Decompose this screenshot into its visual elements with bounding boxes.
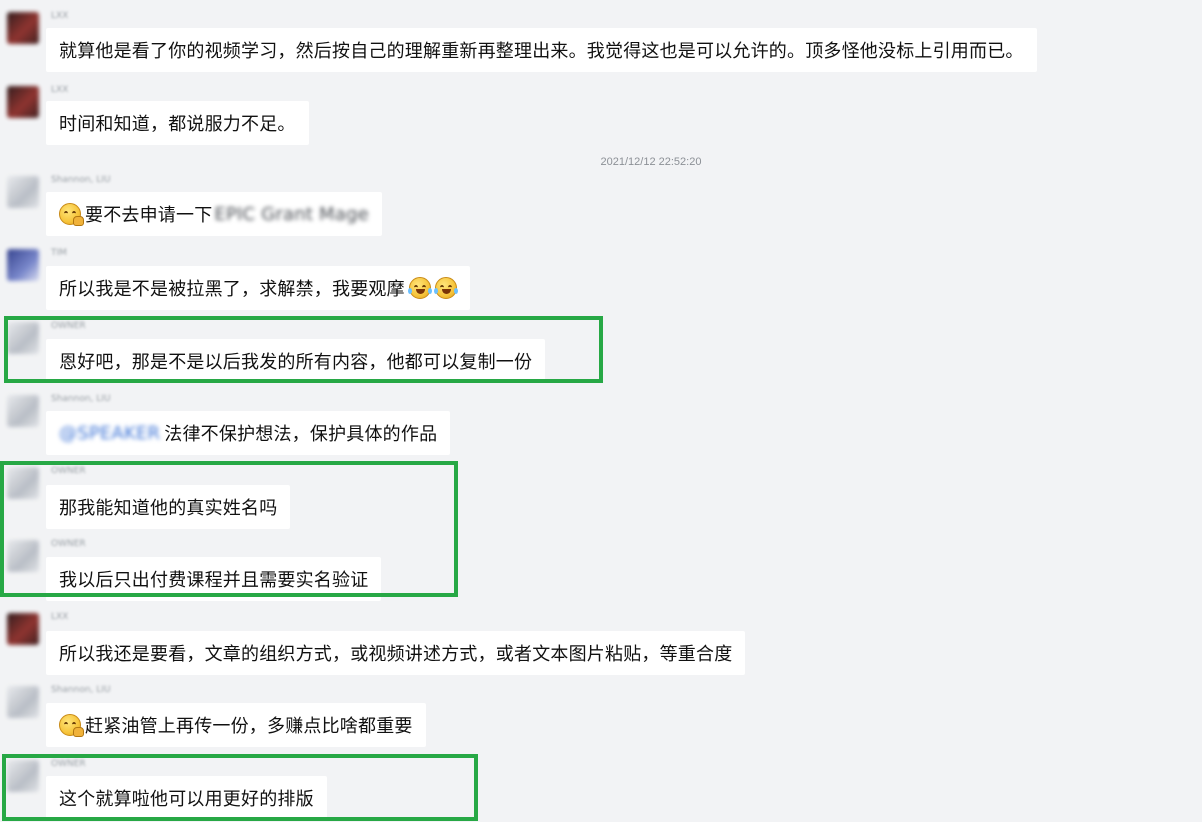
sender-name: TIM xyxy=(51,248,67,258)
smirk-emoji-icon xyxy=(59,203,84,226)
avatar[interactable] xyxy=(7,540,39,572)
message-text: 就算他是看了你的视频学习，然后按自己的理解重新再整理出来。我觉得这也是可以允许的… xyxy=(59,41,1024,62)
message-bubble[interactable]: 就算他是看了你的视频学习，然后按自己的理解重新再整理出来。我觉得这也是可以允许的… xyxy=(46,28,1037,72)
message-bubble[interactable]: 赶紧油管上再传一份，多赚点比啥都重要 xyxy=(46,703,426,747)
message-text: 所以我是不是被拉黑了，求解禁，我要观摩 xyxy=(59,279,405,300)
avatar[interactable] xyxy=(7,176,39,208)
blurred-text: EPIC Grant Mage xyxy=(214,203,369,225)
message-bubble[interactable]: 恩好吧，那是不是以后我发的所有内容，他都可以复制一份 xyxy=(46,339,546,383)
avatar[interactable] xyxy=(7,395,39,427)
mention-link[interactable]: @SPEAKER xyxy=(59,423,160,444)
message-bubble[interactable]: 时间和知道，都说服力不足。 xyxy=(46,101,309,145)
sender-name: Shannon, LIU xyxy=(51,394,111,404)
message-bubble[interactable]: 要不去申请一下 EPIC Grant Mage xyxy=(46,192,382,236)
sender-name: LXX xyxy=(51,11,69,21)
message-bubble[interactable]: 我以后只出付费课程并且需要实名验证 xyxy=(46,557,382,601)
avatar[interactable] xyxy=(7,86,39,118)
message-bubble[interactable]: @SPEAKER 法律不保护想法，保护具体的作品 xyxy=(46,411,451,455)
avatar[interactable] xyxy=(7,467,39,499)
avatar[interactable] xyxy=(7,613,39,645)
message-text: 要不去申请一下 xyxy=(85,205,213,226)
message-text: 恩好吧，那是不是以后我发的所有内容，他都可以复制一份 xyxy=(59,352,533,373)
message-text: 法律不保护想法，保护具体的作品 xyxy=(164,424,438,445)
message-text: 时间和知道，都说服力不足。 xyxy=(59,114,296,135)
sender-name: LXX xyxy=(51,612,69,622)
sender-name: OWNER xyxy=(51,539,86,549)
message-text: 这个就算啦他可以用更好的排版 xyxy=(59,789,314,810)
sender-name: OWNER xyxy=(51,759,86,769)
message-text: 赶紧油管上再传一份，多赚点比啥都重要 xyxy=(85,716,413,737)
avatar[interactable] xyxy=(7,760,39,792)
message-text: 我以后只出付费课程并且需要实名验证 xyxy=(59,570,369,591)
avatar[interactable] xyxy=(7,686,39,718)
sender-name: LXX xyxy=(51,85,69,95)
message-bubble[interactable]: 这个就算啦他可以用更好的排版 xyxy=(46,776,327,820)
tears-of-joy-emoji-icon xyxy=(407,277,432,299)
sender-name: Shannon, LIU xyxy=(51,685,111,695)
avatar[interactable] xyxy=(7,249,39,281)
message-bubble[interactable]: 那我能知道他的真实姓名吗 xyxy=(46,485,291,529)
sender-name: OWNER xyxy=(51,466,86,476)
message-text: 所以我还是要看，文章的组织方式，或视频讲述方式，或者文本图片粘贴，等重合度 xyxy=(59,644,733,665)
sender-name: Shannon, LIU xyxy=(51,175,111,185)
message-bubble[interactable]: 所以我是不是被拉黑了，求解禁，我要观摩 xyxy=(46,266,470,310)
smirk-emoji-icon xyxy=(59,714,84,737)
message-text: 那我能知道他的真实姓名吗 xyxy=(59,498,278,519)
message-bubble[interactable]: 所以我还是要看，文章的组织方式，或视频讲述方式，或者文本图片粘贴，等重合度 xyxy=(46,631,746,675)
tears-of-joy-emoji-icon xyxy=(433,277,458,299)
avatar[interactable] xyxy=(7,322,39,354)
avatar[interactable] xyxy=(7,12,39,44)
sender-name: OWNER xyxy=(51,321,86,331)
timestamp: 2021/12/12 22:52:20 xyxy=(600,156,702,168)
